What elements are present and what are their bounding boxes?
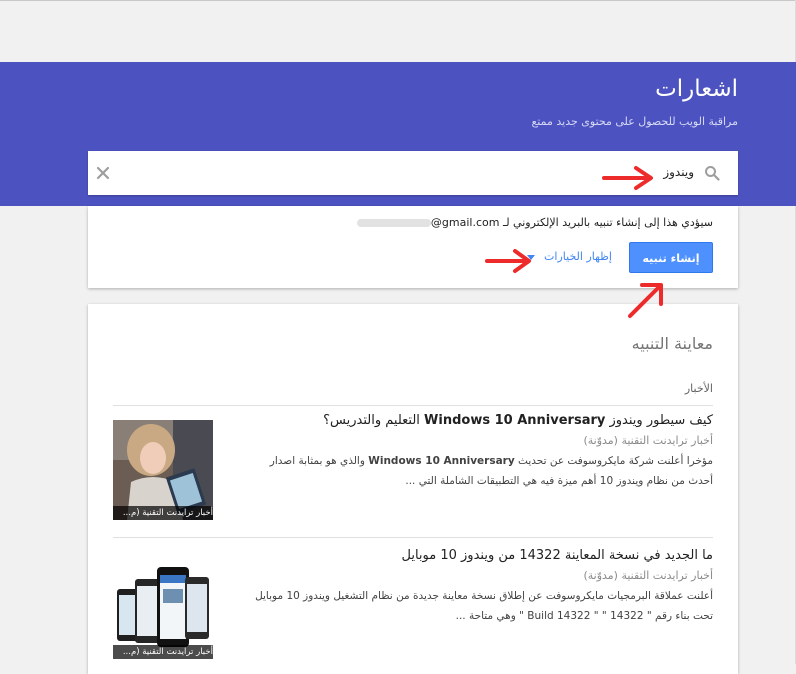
annotation-arrow-right — [485, 249, 531, 273]
notice-text: سيؤدي هذا إلى إنشاء تنبيه بالبريد الإلكت… — [502, 216, 713, 229]
news-item-text: ما الجديد في نسخة المعاينة 14322 من ويند… — [247, 547, 713, 626]
page-title: اشعارات — [655, 76, 738, 102]
news-section-label: الأخبار — [684, 382, 713, 395]
top-border — [0, 0, 796, 1]
news-snippet-part: مؤخرا أعلنت شركة مايكروسوفت عن تحديث — [514, 455, 713, 467]
news-snippet-highlight: Windows 10 Anniversary — [368, 455, 515, 467]
news-thumbnail[interactable]: أخبار ترايدنت التقنية (م... — [113, 420, 213, 520]
news-snippet: أعلنت عملاقة البرمجيات مايكروسوفت عن إطل… — [247, 586, 713, 626]
create-alert-button[interactable]: إنشاء تنبيه — [629, 242, 713, 273]
page-subtitle: مراقبة الويب للحصول على محتوى جديد ممتع — [531, 115, 738, 128]
browser-top-area — [0, 0, 796, 62]
search-icon — [705, 166, 720, 181]
news-source: أخبار ترايدنت التقنية (مدوّنة) — [583, 434, 713, 447]
news-title-highlight: Windows 10 Anniversary — [424, 413, 606, 428]
news-thumbnail[interactable]: أخبار ترايدنت التقنية (م... — [113, 559, 213, 659]
search-input[interactable]: ويندوز — [663, 165, 694, 179]
divider — [113, 405, 713, 406]
thumbnail-caption: أخبار ترايدنت التقنية (م... — [113, 645, 213, 659]
news-title-part: ما الجديد في نسخة المعاينة 14322 من ويند… — [401, 548, 713, 563]
news-source: أخبار ترايدنت التقنية (مدوّنة) — [583, 569, 713, 582]
thumbnail-caption: أخبار ترايدنت التقنية (م... — [113, 506, 213, 520]
divider — [113, 537, 713, 538]
email-notice: سيؤدي هذا إلى إنشاء تنبيه بالبريد الإلكت… — [356, 216, 713, 229]
annotation-arrow-right — [602, 166, 653, 190]
news-title-part: كيف سيطور ويندوز — [605, 413, 713, 428]
show-options-label: إظهار الخيارات — [544, 250, 612, 263]
news-item[interactable]: ما الجديد في نسخة المعاينة 14322 من ويند… — [113, 547, 713, 667]
news-title[interactable]: كيف سيطور ويندوز Windows 10 Anniversary … — [247, 412, 713, 430]
show-options-link[interactable]: إظهار الخيارات — [526, 250, 612, 263]
news-title[interactable]: ما الجديد في نسخة المعاينة 14322 من ويند… — [247, 547, 713, 565]
alert-options-card: سيؤدي هذا إلى إنشاء تنبيه بالبريد الإلكت… — [88, 206, 738, 288]
news-snippet-part: أعلنت عملاقة البرمجيات مايكروسوفت عن إطل… — [255, 590, 713, 622]
phones-image — [113, 559, 213, 659]
alert-preview-card: معاينة التنبيه الأخبار كيف سيطور ويندوز … — [88, 304, 738, 674]
redacted-email-user — [356, 219, 431, 227]
news-snippet: مؤخرا أعلنت شركة مايكروسوفت عن تحديث Win… — [247, 451, 713, 491]
news-item[interactable]: كيف سيطور ويندوز Windows 10 Anniversary … — [113, 412, 713, 532]
notice-email-domain: @gmail.com — [430, 216, 500, 229]
notice-email: @gmail.com — [356, 216, 500, 229]
preview-title: معاينة التنبيه — [631, 334, 713, 353]
annotation-arrow-up-right — [628, 283, 663, 318]
child-with-tablet-image — [113, 420, 213, 520]
close-icon[interactable] — [96, 166, 110, 180]
news-item-text: كيف سيطور ويندوز Windows 10 Anniversary … — [247, 412, 713, 491]
news-title-part: التعليم والتدريس؟ — [323, 413, 425, 428]
